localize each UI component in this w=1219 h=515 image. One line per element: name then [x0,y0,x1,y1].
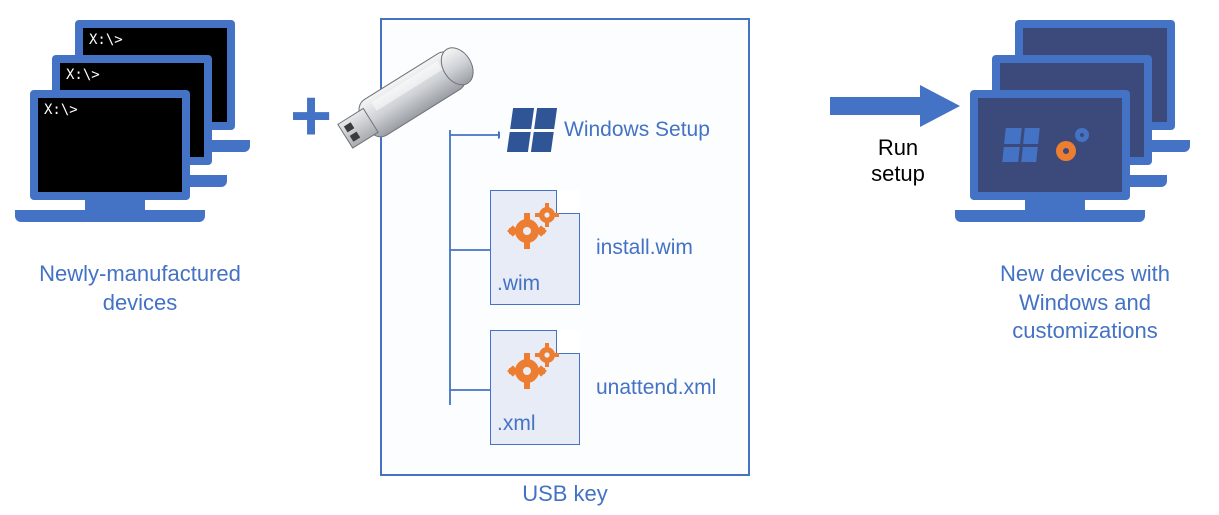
gear-icon [1048,121,1096,169]
usb-caption: USB key [380,480,750,509]
unattend-xml-item: .xml unattend.xml [490,330,716,445]
arrow-right-icon [830,85,960,127]
terminal-prompt: X:\> [38,98,182,192]
plus-sign: + [290,75,332,157]
source-caption: Newly-manufactured devices [10,260,270,317]
windows-logo-icon [1002,128,1040,162]
file-extension: .wim [497,272,573,296]
gear-icon [507,341,563,391]
windows-setup-item: Windows Setup [510,108,710,152]
file-extension: .xml [497,412,573,436]
install-wim-item: .wim install.wim [490,190,693,305]
laptop-icon [970,90,1140,222]
source-laptops-stack: X:\> X:\> X:\> [30,20,260,250]
laptop-icon: X:\> [30,90,200,222]
file-icon: .wim [490,190,580,305]
file-name: install.wim [596,236,693,260]
result-laptops-stack [970,20,1210,250]
result-caption: New devices with Windows and customizati… [960,260,1210,346]
gear-icon [507,201,563,251]
diagram-canvas: X:\> X:\> X:\> Newly-manufactured device… [0,0,1219,515]
windows-setup-label: Windows Setup [564,118,710,142]
arrow-caption: Run setup [848,135,948,188]
usb-drive-icon [330,22,510,150]
file-icon: .xml [490,330,580,445]
windows-logo-icon [507,108,557,152]
file-name: unattend.xml [596,376,716,400]
